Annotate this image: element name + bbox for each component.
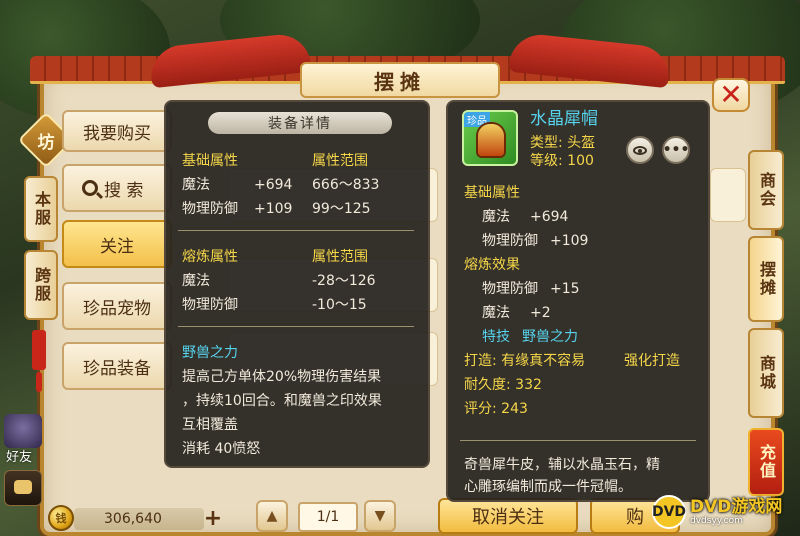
watermark-url: dvdsyy.com: [690, 515, 743, 526]
tab-chamber[interactable]: 商会: [748, 150, 784, 230]
want-to-buy-button[interactable]: 我要购买: [62, 110, 172, 152]
attr-name: 物理防御: [482, 233, 538, 249]
special-skill-label: 特技: [482, 329, 510, 345]
item-name: 水晶犀帽: [530, 109, 598, 129]
window-title: 摆摊: [300, 62, 500, 98]
tab-stall[interactable]: 摆摊: [748, 236, 784, 322]
tab-local-server[interactable]: 本服: [24, 176, 58, 242]
skill-name: 野兽之力: [182, 345, 238, 361]
attr-range: 666～833: [312, 177, 380, 193]
preview-button[interactable]: [626, 136, 654, 164]
attr-name: 物理防御: [182, 201, 238, 217]
refine-range-title: 属性范围: [312, 249, 368, 265]
want-to-buy-label: 我要购买: [83, 123, 151, 144]
attr-name: 魔法: [482, 209, 510, 225]
rare-equipment-label: 珍品装备: [83, 358, 151, 379]
skill-cost: 消耗 40愤怒: [182, 441, 261, 457]
score: 评分: 243: [464, 401, 528, 417]
equipment-detail-tooltip: 装备详情 基础属性 属性范围 魔法 +694 666～833 物理防御 +109…: [164, 100, 430, 468]
unfollow-button[interactable]: 取消关注: [438, 498, 578, 534]
watermark-logo: DVD: [652, 495, 686, 529]
tooltip-header: 装备详情: [208, 112, 392, 134]
attr-value: +15: [550, 281, 580, 297]
more-options-button[interactable]: •••: [662, 136, 690, 164]
attr-value: +694: [254, 177, 293, 193]
page-down-button[interactable]: ▼: [364, 500, 396, 532]
refine-attributes-title: 熔炼属性: [182, 249, 238, 265]
refine-effect-title: 熔炼效果: [464, 257, 520, 273]
attr-value: +694: [530, 209, 569, 225]
eye-icon: [633, 145, 647, 155]
lantern-tassel: [36, 372, 42, 392]
tab-cross-server[interactable]: 跨服: [24, 250, 58, 320]
base-range-title: 属性范围: [312, 153, 368, 169]
rare-equipment-button[interactable]: 珍品装备: [62, 342, 172, 390]
item-type: 类型: 头盔: [530, 135, 596, 151]
attr-name: 物理防御: [482, 281, 538, 297]
attr-range: 99～125: [312, 201, 371, 217]
follow-button[interactable]: 关注: [62, 220, 172, 268]
durability: 耐久度: 332: [464, 377, 542, 393]
attr-value: +109: [550, 233, 589, 249]
page-up-button[interactable]: ▲: [256, 500, 288, 532]
page-indicator: 1/1: [298, 502, 358, 532]
tab-recharge[interactable]: 充值: [748, 428, 784, 496]
add-coins-button[interactable]: +: [202, 506, 224, 531]
chat-icon[interactable]: [4, 470, 42, 506]
divider: [178, 230, 414, 231]
rare-pets-button[interactable]: 珍品宠物: [62, 282, 172, 330]
skill-description-line: 提高己方单体20%物理伤害结果: [182, 369, 382, 385]
item-description-line: 奇兽犀牛皮，辅以水晶玉石，精: [464, 457, 660, 473]
attr-name: 魔法: [182, 177, 210, 193]
item-level: 等级: 100: [530, 153, 594, 169]
base-attributes-title: 基础属性: [464, 185, 520, 201]
enhance-info: 强化打造: [624, 353, 680, 369]
lantern-ornament: [32, 330, 46, 370]
skill-description-line: ，持续10回合。和魔兽之印效果: [182, 393, 382, 409]
base-attributes-title: 基础属性: [182, 153, 238, 169]
special-skill-name: 野兽之力: [522, 329, 578, 345]
search-icon: [82, 180, 98, 196]
item-tooltip: 珍品 水晶犀帽 类型: 头盔 等级: 100 ••• 基础属性 魔法 +694 …: [446, 100, 710, 502]
emblem-label: 坊: [37, 132, 55, 153]
friends-label[interactable]: 好友: [6, 446, 32, 465]
attr-name: 魔法: [182, 273, 210, 289]
attr-name: 魔法: [482, 305, 510, 321]
tab-mall[interactable]: 商城: [748, 328, 784, 418]
attr-name: 物理防御: [182, 297, 238, 313]
skill-description-line: 互相覆盖: [182, 417, 238, 433]
follow-label: 关注: [100, 236, 134, 257]
watermark-name: DVD游戏网: [690, 496, 783, 517]
list-item[interactable]: [710, 168, 746, 222]
coin-icon: 钱: [48, 505, 74, 531]
forge-info: 打造: 有缘真不容易: [464, 353, 586, 369]
rare-pets-label: 珍品宠物: [83, 298, 151, 319]
attr-range: -28～126: [312, 273, 376, 289]
search-label: 搜 索: [104, 180, 144, 201]
coin-amount: 306,640: [74, 508, 204, 530]
crystal-hat-icon: 珍品: [462, 110, 518, 166]
close-button[interactable]: ✕: [712, 78, 750, 112]
divider: [178, 326, 414, 327]
divider: [460, 440, 696, 441]
search-button[interactable]: 搜 索: [62, 164, 172, 212]
item-description-line: 心雕琢编制而成一件冠帽。: [464, 479, 632, 495]
attr-range: -10～15: [312, 297, 367, 313]
attr-value: +109: [254, 201, 293, 217]
attr-value: +2: [530, 305, 551, 321]
friend-avatar[interactable]: [4, 414, 42, 448]
site-watermark: DVD DVD游戏网 dvdsyy.com: [652, 492, 798, 532]
